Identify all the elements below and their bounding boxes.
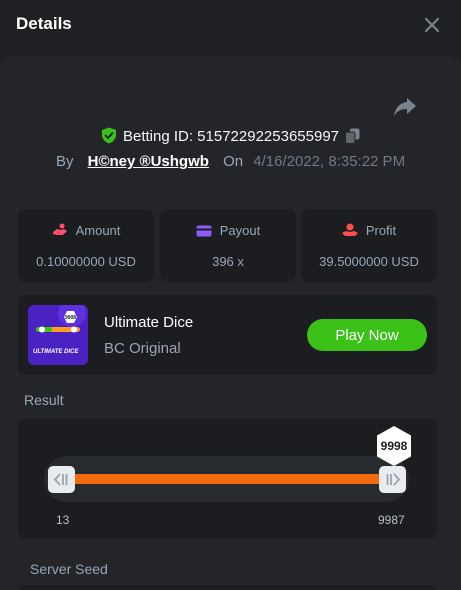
stat-payout-label: Payout	[219, 223, 261, 238]
share-icon[interactable]	[393, 96, 417, 118]
result-range-fill	[74, 474, 383, 484]
chevron-right-icon	[386, 473, 400, 486]
server-seed-field	[18, 585, 437, 590]
stat-payout-value: 396 x	[212, 254, 244, 269]
range-handle-left[interactable]	[48, 466, 75, 493]
result-panel: 9998 13 9987	[18, 419, 437, 539]
coins-hand-icon	[52, 223, 67, 235]
copy-icon[interactable]	[345, 128, 360, 144]
modal-title: Details	[16, 14, 72, 33]
bet-date: 4/16/2022, 8:35:22 PM	[253, 153, 406, 170]
game-name: Ultimate Dice	[104, 314, 194, 331]
game-subtitle: BC Original	[104, 340, 181, 357]
details-modal: Details Betting ID: 51572292253655997 By…	[0, 0, 461, 590]
wallet-card-icon	[196, 225, 212, 237]
range-handle-right[interactable]	[379, 466, 406, 493]
by-label: By	[55, 153, 74, 170]
stat-amount-value: 0.10000000 USD	[36, 254, 136, 269]
chevron-left-icon	[54, 473, 68, 486]
game-card: 9908 ULTIMATE DICE Ultimate Dice BC Orig…	[18, 295, 437, 375]
thumb-title: ULTIMATE DICE	[33, 349, 79, 355]
betting-id-row: Betting ID: 51572292253655997	[0, 127, 461, 145]
stat-profit-label: Profit	[365, 223, 397, 238]
range-low-value: 13	[56, 513, 70, 527]
stat-payout: Payout 396 x	[160, 209, 296, 282]
stat-profit-value: 39.5000000 USD	[319, 254, 419, 269]
hand-coin-icon	[341, 223, 358, 236]
play-now-button[interactable]: Play Now	[307, 319, 427, 351]
stat-profit: Profit 39.5000000 USD	[301, 209, 437, 282]
result-label: Result	[24, 392, 64, 408]
stat-amount: Amount 0.10000000 USD	[18, 209, 154, 282]
game-thumbnail[interactable]: 9908 ULTIMATE DICE	[28, 305, 88, 365]
thumb-badge: 9908	[65, 315, 76, 321]
modal-header: Details	[0, 0, 461, 50]
stat-amount-label: Amount	[75, 223, 121, 238]
shield-check-icon	[101, 127, 116, 144]
player-row: By H©ney ®Ushgwb On 4/16/2022, 8:35:22 P…	[0, 153, 461, 170]
player-name-link[interactable]: H©ney ®Ushgwb	[88, 153, 209, 170]
betting-id: Betting ID: 51572292253655997	[122, 128, 340, 145]
on-label: On	[223, 153, 244, 170]
range-high-value: 9987	[378, 513, 405, 527]
result-value: 9998	[380, 439, 408, 453]
dice-art-icon: 9908 ULTIMATE DICE	[28, 305, 88, 365]
server-seed-label: Server Seed	[30, 561, 108, 577]
close-icon[interactable]	[422, 15, 442, 35]
